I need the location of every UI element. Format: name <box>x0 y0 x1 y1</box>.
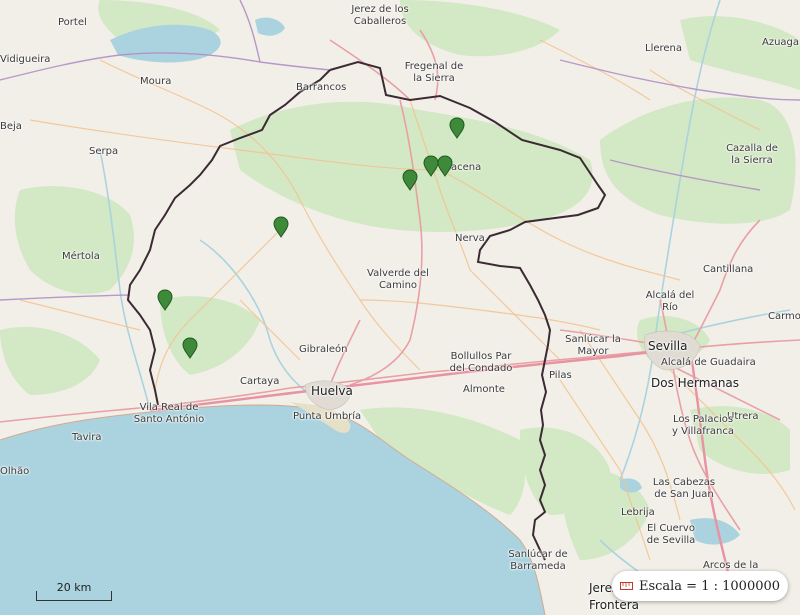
map-pin-icon <box>182 337 198 359</box>
ruler-icon <box>619 582 633 590</box>
place-label-vila-real: Vila Real de Santo António <box>133 402 205 425</box>
place-label-dos-hermanas: Dos Hermanas <box>651 376 740 390</box>
place-label-carmona: Carmo <box>768 311 800 322</box>
place-label-sevilla: Sevilla <box>648 339 688 353</box>
place-label-cantillana: Cantillana <box>703 264 754 275</box>
place-label-llerena: Llerena <box>645 43 683 54</box>
place-label-el-cuervo: El Cuervo de Sevilla <box>646 523 696 546</box>
place-label-beja: Beja <box>0 121 22 132</box>
place-label-portel: Portel <box>58 17 87 28</box>
place-label-vidigueira: Vidigueira <box>0 54 51 65</box>
map-marker[interactable] <box>437 155 453 177</box>
place-label-nerva: Nerva <box>455 233 485 244</box>
map-marker[interactable] <box>273 216 289 238</box>
place-label-moura: Moura <box>140 76 172 87</box>
place-label-serpa: Serpa <box>89 146 119 157</box>
place-label-jerez: Jerez de los Caballeros <box>351 4 409 27</box>
scale-control[interactable]: Escala = 1 : 1000000 <box>612 571 788 601</box>
place-label-tavira: Tavira <box>72 432 102 443</box>
place-label-lebrija: Lebrija <box>621 507 655 518</box>
map-marker[interactable] <box>157 289 173 311</box>
map-pin-icon <box>402 169 418 191</box>
place-label-arcos: Arcos de la <box>703 560 759 571</box>
place-label-gibraleon: Gibraleón <box>299 344 348 355</box>
scale-bar: 20 km <box>36 581 112 601</box>
place-label-pilas: Pilas <box>549 370 572 381</box>
map-marker[interactable] <box>402 169 418 191</box>
map-pin-icon <box>157 289 173 311</box>
scale-control-label: Escala = 1 : 1000000 <box>638 578 781 594</box>
place-label-mertola: Mértola <box>62 251 100 262</box>
place-label-almonte: Almonte <box>463 384 505 395</box>
place-label-alcala-rio: Alcalá del Río <box>645 290 695 313</box>
place-label-huelva: Huelva <box>311 384 353 398</box>
scale-bar-line <box>36 591 112 601</box>
place-label-alcala-guadaira: Alcalá de Guadaira <box>661 357 756 368</box>
place-label-punta-umbria: Punta Umbría <box>293 411 362 422</box>
place-label-sanlucar-barrameda: Sanlúcar de Barrameda <box>508 549 568 572</box>
map-pin-icon <box>437 155 453 177</box>
place-label-las-cabezas: Las Cabezas de San Juan <box>652 477 716 500</box>
map-marker[interactable] <box>182 337 198 359</box>
place-label-sanlucar-mayor: Sanlúcar la Mayor <box>565 334 621 357</box>
place-label-valverde: Valverde del Camino <box>367 268 429 291</box>
place-label-cazalla: Cazalla de la Sierra <box>726 143 778 166</box>
place-label-cartaya: Cartaya <box>240 376 280 387</box>
map-pin-icon <box>449 117 465 139</box>
place-label-barrancos: Barrancos <box>296 82 347 93</box>
place-label-fregenal: Fregenal de la Sierra <box>404 61 464 84</box>
map-view[interactable]: Portel Vidigueira Moura Beja Serpa Mérto… <box>0 0 800 615</box>
place-label-azuaga: Azuaga <box>762 37 800 48</box>
map-marker[interactable] <box>449 117 465 139</box>
place-label-los-palacios: Los Palacios y Villafranca <box>672 414 734 437</box>
map-pin-icon <box>273 216 289 238</box>
place-label-olhao: Olhão <box>0 466 30 477</box>
place-label-bollullos: Bollullos Par del Condado <box>449 351 513 374</box>
